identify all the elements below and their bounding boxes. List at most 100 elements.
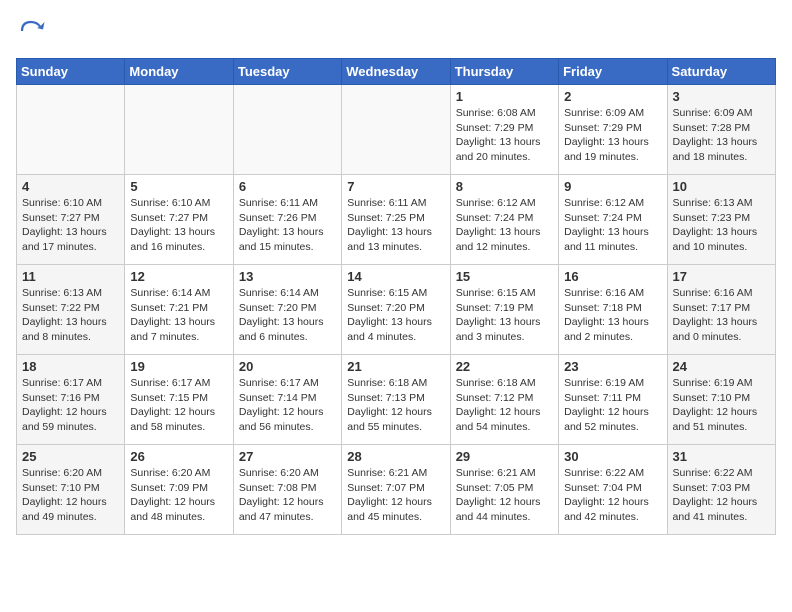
day-number: 17: [673, 269, 770, 284]
day-info: Sunrise: 6:17 AMSunset: 7:15 PMDaylight:…: [130, 376, 227, 435]
calendar-cell: [17, 85, 125, 175]
calendar-cell: [125, 85, 233, 175]
day-info: Sunrise: 6:14 AMSunset: 7:21 PMDaylight:…: [130, 286, 227, 345]
weekday-header-friday: Friday: [559, 59, 667, 85]
day-info: Sunrise: 6:10 AMSunset: 7:27 PMDaylight:…: [22, 196, 119, 255]
page-header: [16, 16, 776, 46]
calendar-cell: 25Sunrise: 6:20 AMSunset: 7:10 PMDayligh…: [17, 445, 125, 535]
calendar-header: SundayMondayTuesdayWednesdayThursdayFrid…: [17, 59, 776, 85]
calendar-cell: 18Sunrise: 6:17 AMSunset: 7:16 PMDayligh…: [17, 355, 125, 445]
week-row-4: 18Sunrise: 6:17 AMSunset: 7:16 PMDayligh…: [17, 355, 776, 445]
day-number: 10: [673, 179, 770, 194]
calendar-cell: 2 Sunrise: 6:09 AMSunset: 7:29 PMDaylight…: [559, 85, 667, 175]
calendar-cell: 24Sunrise: 6:19 AMSunset: 7:10 PMDayligh…: [667, 355, 775, 445]
day-number: 28: [347, 449, 444, 464]
calendar-body: 1 Sunrise: 6:08 AMSunset: 7:29 PMDaylight…: [17, 85, 776, 535]
calendar-cell: 4Sunrise: 6:10 AMSunset: 7:27 PMDaylight…: [17, 175, 125, 265]
day-info: Sunrise: 6:11 AMSunset: 7:26 PMDaylight:…: [239, 196, 336, 255]
day-info: Sunrise: 6:12 AMSunset: 7:24 PMDaylight:…: [456, 196, 553, 255]
day-info: Sunrise: 6:15 AMSunset: 7:20 PMDaylight:…: [347, 286, 444, 345]
day-number: 12: [130, 269, 227, 284]
calendar-cell: 13Sunrise: 6:14 AMSunset: 7:20 PMDayligh…: [233, 265, 341, 355]
day-number: 15: [456, 269, 553, 284]
calendar-cell: 27 Sunrise: 6:20 AMSunset: 7:08 PMDayligh…: [233, 445, 341, 535]
day-info: Sunrise: 6:17 AMSunset: 7:16 PMDaylight:…: [22, 376, 119, 435]
day-number: 16: [564, 269, 661, 284]
calendar-cell: 10 Sunrise: 6:13 AMSunset: 7:23 PMDayligh…: [667, 175, 775, 265]
day-info: Sunrise: 6:22 AMSunset: 7:04 PMDaylight:…: [564, 466, 661, 525]
calendar-cell: 11Sunrise: 6:13 AMSunset: 7:22 PMDayligh…: [17, 265, 125, 355]
calendar-cell: 23 Sunrise: 6:19 AMSunset: 7:11 PMDayligh…: [559, 355, 667, 445]
day-info: Sunrise: 6:11 AMSunset: 7:25 PMDaylight:…: [347, 196, 444, 255]
day-number: 30: [564, 449, 661, 464]
calendar-cell: 3Sunrise: 6:09 AMSunset: 7:28 PMDaylight…: [667, 85, 775, 175]
calendar-cell: 14 Sunrise: 6:15 AMSunset: 7:20 PMDayligh…: [342, 265, 450, 355]
calendar-cell: 17 Sunrise: 6:16 AMSunset: 7:17 PMDayligh…: [667, 265, 775, 355]
day-info: Sunrise: 6:19 AMSunset: 7:11 PMDaylight:…: [564, 376, 661, 435]
day-number: 22: [456, 359, 553, 374]
calendar-cell: 19 Sunrise: 6:17 AMSunset: 7:15 PMDayligh…: [125, 355, 233, 445]
day-number: 9: [564, 179, 661, 194]
day-number: 25: [22, 449, 119, 464]
day-number: 13: [239, 269, 336, 284]
day-info: Sunrise: 6:22 AMSunset: 7:03 PMDaylight:…: [673, 466, 770, 525]
weekday-header-saturday: Saturday: [667, 59, 775, 85]
week-row-2: 4Sunrise: 6:10 AMSunset: 7:27 PMDaylight…: [17, 175, 776, 265]
calendar-cell: 7 Sunrise: 6:11 AMSunset: 7:25 PMDaylight…: [342, 175, 450, 265]
day-number: 7: [347, 179, 444, 194]
day-number: 14: [347, 269, 444, 284]
calendar-cell: 30 Sunrise: 6:22 AMSunset: 7:04 PMDayligh…: [559, 445, 667, 535]
day-info: Sunrise: 6:20 AMSunset: 7:09 PMDaylight:…: [130, 466, 227, 525]
week-row-3: 11Sunrise: 6:13 AMSunset: 7:22 PMDayligh…: [17, 265, 776, 355]
calendar-cell: [233, 85, 341, 175]
weekday-header-sunday: Sunday: [17, 59, 125, 85]
calendar-cell: 15 Sunrise: 6:15 AMSunset: 7:19 PMDayligh…: [450, 265, 558, 355]
day-info: Sunrise: 6:21 AMSunset: 7:05 PMDaylight:…: [456, 466, 553, 525]
week-row-1: 1 Sunrise: 6:08 AMSunset: 7:29 PMDaylight…: [17, 85, 776, 175]
calendar-cell: 8 Sunrise: 6:12 AMSunset: 7:24 PMDaylight…: [450, 175, 558, 265]
day-info: Sunrise: 6:16 AMSunset: 7:17 PMDaylight:…: [673, 286, 770, 345]
calendar-cell: [342, 85, 450, 175]
day-number: 20: [239, 359, 336, 374]
day-number: 8: [456, 179, 553, 194]
calendar-cell: 16 Sunrise: 6:16 AMSunset: 7:18 PMDayligh…: [559, 265, 667, 355]
calendar-cell: 12 Sunrise: 6:14 AMSunset: 7:21 PMDayligh…: [125, 265, 233, 355]
calendar-cell: 1 Sunrise: 6:08 AMSunset: 7:29 PMDaylight…: [450, 85, 558, 175]
weekday-header-monday: Monday: [125, 59, 233, 85]
calendar-cell: 29 Sunrise: 6:21 AMSunset: 7:05 PMDayligh…: [450, 445, 558, 535]
day-info: Sunrise: 6:13 AMSunset: 7:23 PMDaylight:…: [673, 196, 770, 255]
day-number: 6: [239, 179, 336, 194]
weekday-header-thursday: Thursday: [450, 59, 558, 85]
day-number: 11: [22, 269, 119, 284]
weekday-header-wednesday: Wednesday: [342, 59, 450, 85]
calendar-cell: 26 Sunrise: 6:20 AMSunset: 7:09 PMDayligh…: [125, 445, 233, 535]
calendar-cell: 28 Sunrise: 6:21 AMSunset: 7:07 PMDayligh…: [342, 445, 450, 535]
day-info: Sunrise: 6:18 AMSunset: 7:12 PMDaylight:…: [456, 376, 553, 435]
calendar-cell: 21Sunrise: 6:18 AMSunset: 7:13 PMDayligh…: [342, 355, 450, 445]
calendar-cell: 6 Sunrise: 6:11 AMSunset: 7:26 PMDaylight…: [233, 175, 341, 265]
day-info: Sunrise: 6:15 AMSunset: 7:19 PMDaylight:…: [456, 286, 553, 345]
calendar-cell: 22 Sunrise: 6:18 AMSunset: 7:12 PMDayligh…: [450, 355, 558, 445]
day-info: Sunrise: 6:18 AMSunset: 7:13 PMDaylight:…: [347, 376, 444, 435]
day-info: Sunrise: 6:10 AMSunset: 7:27 PMDaylight:…: [130, 196, 227, 255]
calendar-table: SundayMondayTuesdayWednesdayThursdayFrid…: [16, 58, 776, 535]
calendar-cell: 31Sunrise: 6:22 AMSunset: 7:03 PMDayligh…: [667, 445, 775, 535]
day-info: Sunrise: 6:09 AMSunset: 7:28 PMDaylight:…: [673, 106, 770, 165]
day-info: Sunrise: 6:16 AMSunset: 7:18 PMDaylight:…: [564, 286, 661, 345]
day-number: 26: [130, 449, 227, 464]
day-number: 19: [130, 359, 227, 374]
day-number: 2: [564, 89, 661, 104]
day-info: Sunrise: 6:09 AMSunset: 7:29 PMDaylight:…: [564, 106, 661, 165]
day-info: Sunrise: 6:08 AMSunset: 7:29 PMDaylight:…: [456, 106, 553, 165]
day-number: 23: [564, 359, 661, 374]
calendar-cell: 5Sunrise: 6:10 AMSunset: 7:27 PMDaylight…: [125, 175, 233, 265]
day-info: Sunrise: 6:20 AMSunset: 7:08 PMDaylight:…: [239, 466, 336, 525]
calendar-cell: 9 Sunrise: 6:12 AMSunset: 7:24 PMDaylight…: [559, 175, 667, 265]
day-number: 29: [456, 449, 553, 464]
day-info: Sunrise: 6:17 AMSunset: 7:14 PMDaylight:…: [239, 376, 336, 435]
day-info: Sunrise: 6:21 AMSunset: 7:07 PMDaylight:…: [347, 466, 444, 525]
day-number: 1: [456, 89, 553, 104]
day-number: 27: [239, 449, 336, 464]
week-row-5: 25Sunrise: 6:20 AMSunset: 7:10 PMDayligh…: [17, 445, 776, 535]
day-info: Sunrise: 6:12 AMSunset: 7:24 PMDaylight:…: [564, 196, 661, 255]
